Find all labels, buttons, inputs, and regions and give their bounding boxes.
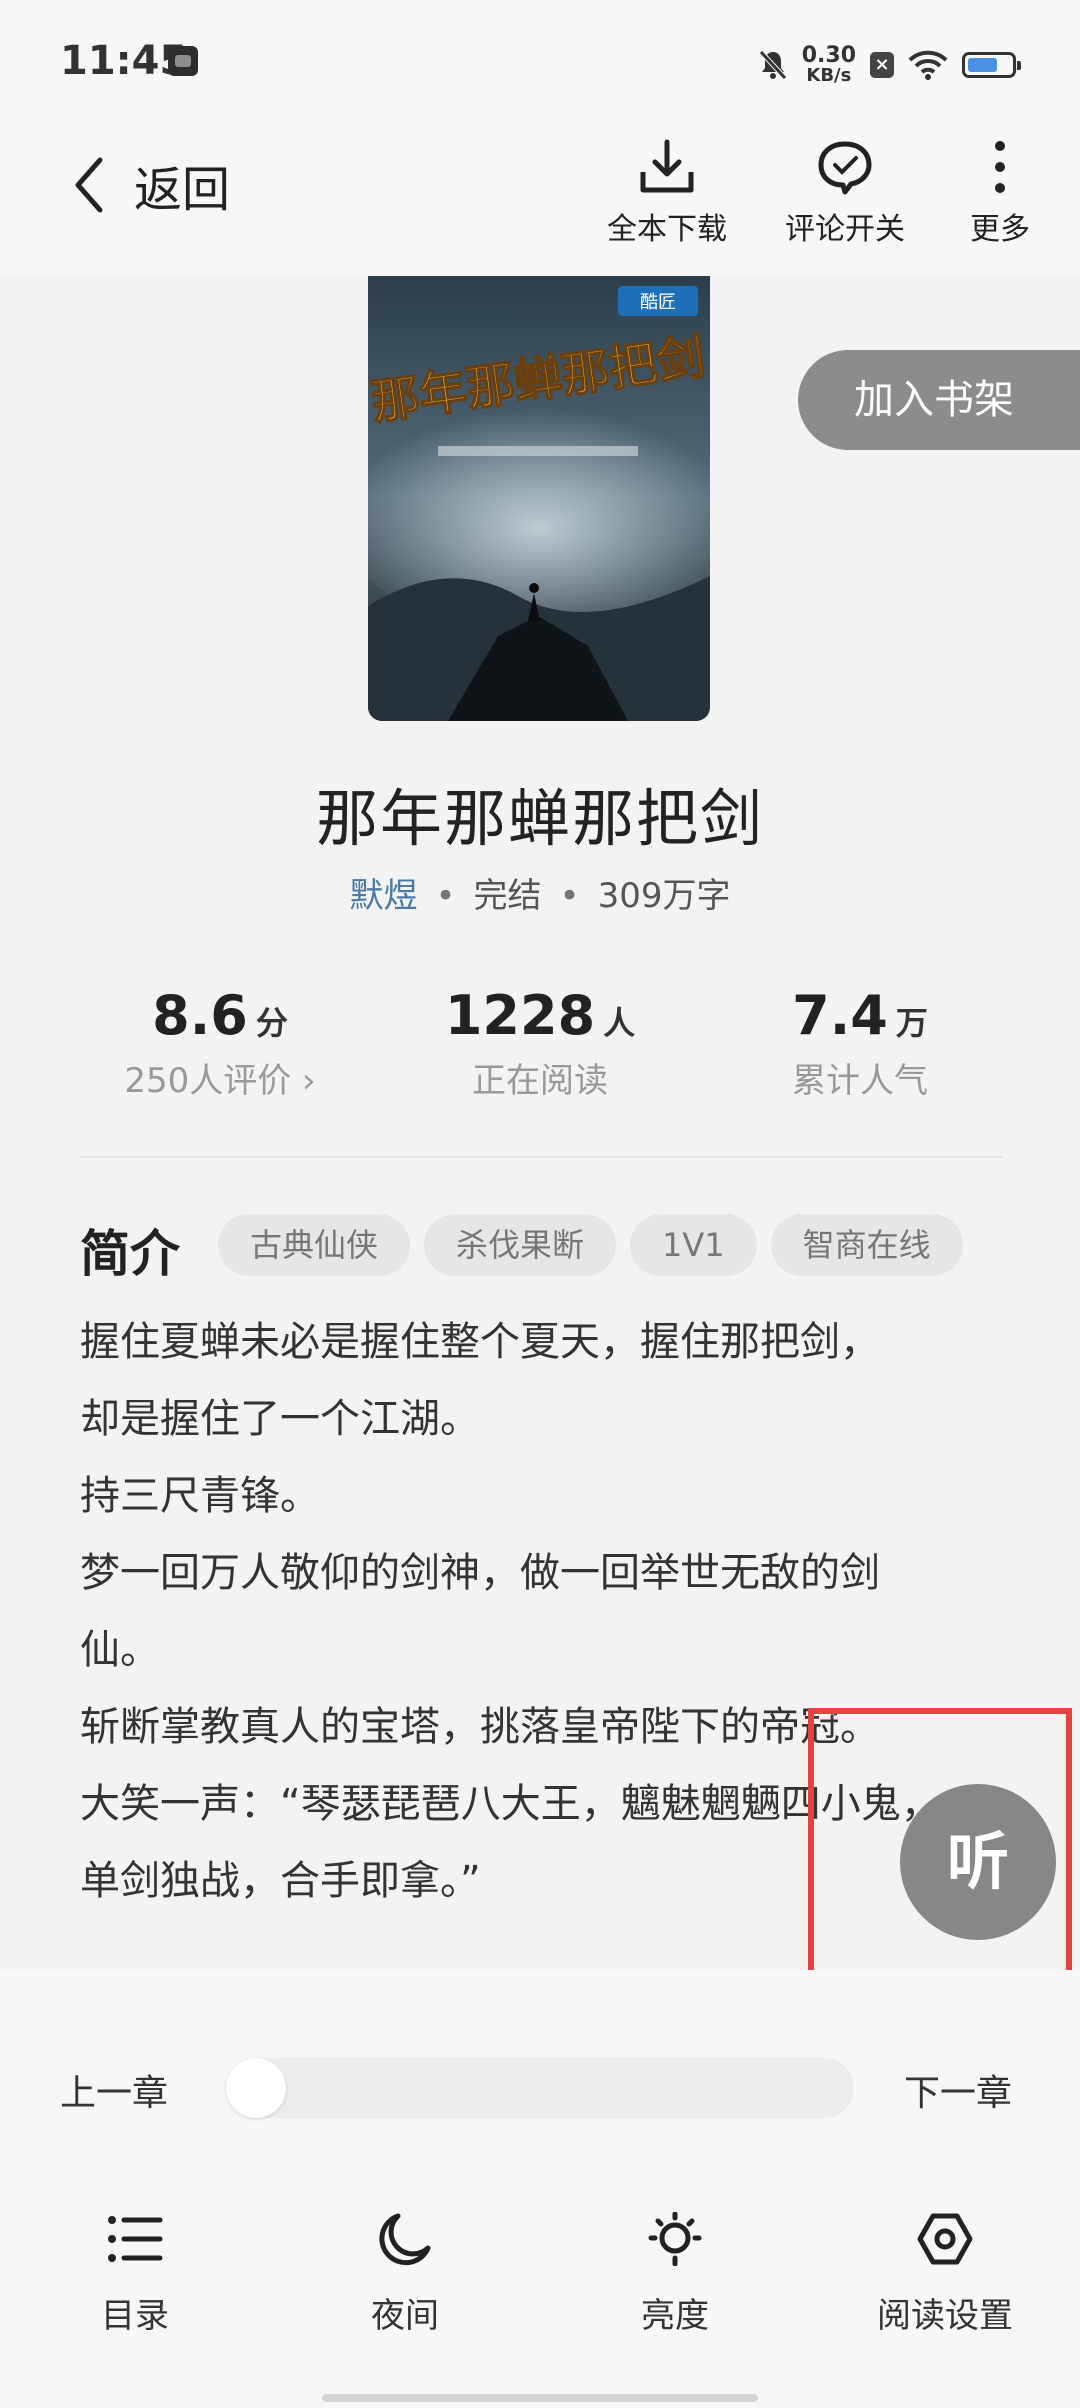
prev-chapter-button[interactable]: 上一章	[60, 2064, 168, 2116]
night-mode-button[interactable]: 夜间	[305, 2212, 505, 2337]
brightness-button[interactable]: 亮度	[575, 2212, 775, 2337]
word-count: 309万字	[597, 876, 731, 916]
readers-label: 正在阅读	[472, 1061, 608, 1101]
mute-icon	[758, 50, 787, 80]
battery-icon	[962, 52, 1021, 78]
book-title: 那年那蝉那把剑	[315, 782, 764, 855]
slider-handle[interactable]	[226, 2058, 286, 2118]
close-box-icon: ×	[870, 52, 894, 78]
more-label: 更多	[970, 212, 1030, 247]
download-all-button[interactable]: 全本下载	[602, 138, 732, 248]
meta-separator: •	[559, 876, 580, 916]
popularity-stat: 7.4 万 累计人气	[700, 984, 1020, 1102]
toc-button[interactable]: 目录	[35, 2212, 235, 2337]
status-icons: 0.30 KB/s ×	[758, 40, 1021, 90]
back-label: 返回	[134, 162, 231, 218]
highlight-box	[808, 1708, 1072, 1984]
add-to-shelf-button[interactable]: 加入书架	[798, 350, 1080, 450]
home-indicator[interactable]	[322, 2394, 758, 2402]
wifi-icon	[908, 50, 948, 80]
list-icon	[108, 2216, 163, 2262]
intro-line: 握住夏蝉未必是握住整个夏天，握住那把剑，	[80, 1319, 880, 1365]
comments-toggle-button[interactable]: 评论开关	[780, 138, 910, 248]
intro-line: 仙。	[80, 1627, 160, 1673]
toc-label: 目录	[101, 2296, 169, 2336]
night-label: 夜间	[371, 2296, 439, 2336]
rating-stat[interactable]: 8.6 分 250人评价 ›	[60, 984, 380, 1102]
readers-unit: 人	[603, 1004, 636, 1042]
intro-line: 却是握住了一个江湖。	[80, 1396, 480, 1442]
net-speed: 0.30 KB/s	[801, 43, 856, 86]
rating-count-link[interactable]: 250人评价 ›	[60, 1053, 380, 1102]
brightness-label: 亮度	[641, 2296, 709, 2336]
author-link[interactable]: 默煜	[349, 876, 417, 916]
readers-stat: 1228 人 正在阅读	[380, 984, 700, 1102]
intro-line: 梦一回万人敬仰的剑神，做一回举世无敌的剑	[80, 1550, 880, 1596]
chevron-left-icon	[75, 157, 103, 213]
tag-chip[interactable]: 智商在线	[770, 1214, 963, 1276]
download-icon	[640, 139, 694, 193]
comments-label: 评论开关	[785, 212, 905, 247]
settings-label: 阅读设置	[877, 2296, 1013, 2336]
book-status: 完结	[473, 876, 542, 916]
cover-publisher-badge: 酷匠	[640, 292, 676, 313]
next-chapter-button[interactable]: 下一章	[904, 2064, 1012, 2116]
more-button[interactable]: 更多	[960, 138, 1040, 248]
divider	[80, 1156, 1002, 1158]
app-notification-icon	[168, 46, 198, 76]
tag-chip[interactable]: 古典仙侠	[218, 1214, 411, 1276]
meta-separator: •	[435, 876, 456, 916]
cover-art: 酷匠 那年那蝉那把剑	[368, 276, 710, 721]
brightness-icon	[648, 2212, 702, 2266]
tag-list: 古典仙侠 杀伐果断 1V1 智商在线	[218, 1214, 963, 1276]
back-button[interactable]: 返回	[72, 150, 230, 220]
readers-value: 1228	[444, 984, 596, 1047]
tag-chip[interactable]: 1V1	[630, 1214, 757, 1276]
tag-chip[interactable]: 杀伐果断	[424, 1214, 617, 1276]
popularity-value: 7.4	[792, 984, 888, 1047]
popularity-label: 累计人气	[792, 1061, 928, 1101]
battery-level	[968, 58, 997, 72]
reader-control-panel	[0, 1970, 1080, 2408]
popularity-unit: 万	[895, 1004, 928, 1042]
settings-hexagon-icon	[917, 2213, 973, 2265]
more-vertical-icon	[995, 141, 1005, 193]
rating-value: 8.6	[152, 984, 248, 1047]
reading-settings-button[interactable]: 阅读设置	[845, 2212, 1045, 2337]
intro-line: 持三尺青锋。	[80, 1473, 320, 1519]
chapter-progress-slider[interactable]	[226, 2058, 854, 2118]
rating-unit: 分	[255, 1004, 288, 1042]
moon-icon	[379, 2213, 431, 2266]
book-cover[interactable]: 酷匠 那年那蝉那把剑	[368, 276, 710, 721]
book-meta: 默煜 • 完结 • 309万字	[0, 868, 1080, 917]
download-label: 全本下载	[607, 212, 727, 247]
comment-icon	[818, 141, 872, 195]
intro-heading: 简介	[80, 1225, 180, 1283]
